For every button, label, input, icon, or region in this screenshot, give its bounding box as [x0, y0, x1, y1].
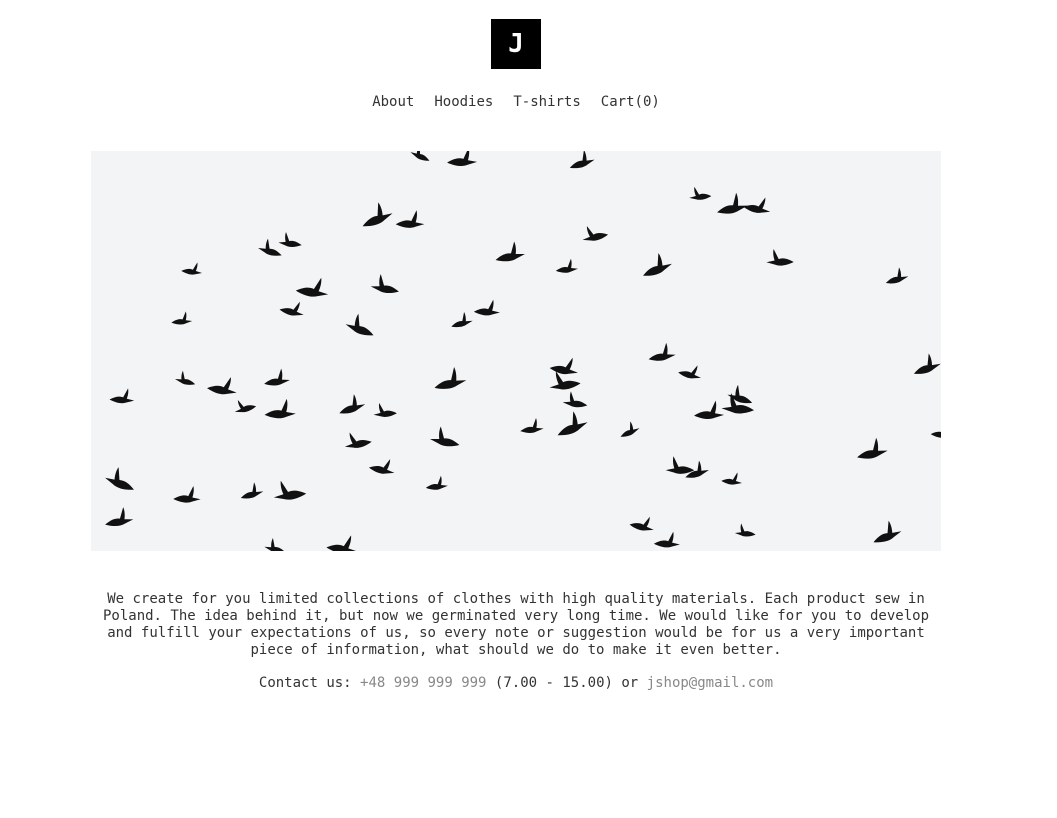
bird-silhouette	[395, 210, 425, 228]
nav-item-cart[interactable]: Cart(0)	[601, 94, 660, 110]
bird-silhouette	[105, 507, 134, 526]
bird-silhouette	[620, 421, 640, 437]
bird-silhouette	[344, 432, 372, 448]
bird-silhouette	[694, 400, 725, 420]
bird-silhouette	[258, 238, 282, 256]
bird-silhouette	[173, 485, 201, 503]
bird-silhouette	[689, 186, 712, 200]
bird-silhouette	[326, 535, 358, 551]
nav-item-hoodies[interactable]: Hoodies	[434, 94, 493, 110]
bird-silhouette	[582, 226, 609, 241]
bird-silhouette	[279, 301, 304, 316]
contact-phone-link[interactable]: +48 999 999 999	[360, 675, 486, 691]
about-text: We create for you limited collections of…	[102, 591, 929, 658]
bird-silhouette	[425, 475, 448, 490]
bird-silhouette	[569, 151, 595, 169]
bird-silhouette	[743, 197, 771, 213]
bird-silhouette	[629, 516, 654, 531]
bird-silhouette	[430, 426, 460, 447]
bird-silhouette	[473, 299, 500, 316]
bird-silhouette	[885, 267, 909, 284]
nav-item-about[interactable]: About	[372, 94, 414, 110]
bird-silhouette	[264, 368, 290, 386]
contact-line: Contact us: +48 999 999 999 (7.00 - 15.0…	[91, 675, 941, 691]
contact-hours: (7.00 - 15.00) or	[494, 675, 639, 691]
about-section: We create for you limited collections of…	[91, 591, 941, 659]
bird-silhouette	[721, 472, 743, 485]
hero-image	[91, 151, 941, 551]
bird-silhouette	[295, 277, 329, 297]
bird-silhouette	[648, 342, 676, 361]
bird-silhouette	[207, 377, 237, 395]
bird-silhouette	[240, 482, 264, 499]
bird-silhouette	[368, 459, 395, 474]
contact-email-link[interactable]: jshop@gmail.com	[647, 675, 773, 691]
bird-silhouette	[339, 394, 366, 414]
bird-silhouette	[557, 411, 588, 436]
bird-silhouette	[370, 274, 399, 293]
bird-silhouette	[234, 400, 257, 413]
bird-silhouette	[665, 456, 695, 474]
bird-silhouette	[549, 357, 578, 375]
bird-silhouette	[362, 202, 393, 227]
bird-silhouette	[555, 258, 578, 273]
bird-silhouette	[913, 353, 941, 374]
bird-silhouette	[495, 241, 525, 262]
bird-silhouette	[278, 232, 302, 247]
nav-item-tshirts[interactable]: T-shirts	[513, 94, 580, 110]
bird-silhouette	[373, 403, 397, 417]
bird-silhouette	[181, 262, 203, 275]
bird-silhouette	[734, 523, 756, 537]
bird-silhouette	[930, 424, 941, 438]
bird-silhouette	[678, 365, 701, 379]
bird-silhouette	[264, 398, 296, 419]
bird-silhouette	[873, 520, 902, 543]
bird-silhouette	[273, 480, 307, 500]
bird-silhouette	[520, 418, 544, 433]
bird-silhouette	[434, 367, 467, 389]
bird-silhouette	[105, 467, 134, 490]
contact-prefix: Contact us:	[258, 675, 352, 691]
main-nav: About Hoodies T-shirts Cart(0)	[0, 94, 1032, 110]
brand-logo[interactable]: J	[491, 19, 541, 69]
bird-silhouette	[643, 253, 672, 276]
bird-silhouette	[264, 538, 286, 551]
bird-silhouette	[447, 151, 478, 167]
bird-silhouette	[345, 313, 374, 336]
bird-silhouette	[562, 391, 588, 408]
bird-silhouette	[109, 388, 135, 404]
bird-silhouette	[171, 311, 193, 325]
bird-silhouette	[766, 248, 794, 266]
bird-silhouette	[653, 531, 680, 548]
logo-letter: J	[508, 29, 524, 59]
flock-of-birds-image	[105, 151, 941, 551]
bird-silhouette	[451, 312, 473, 328]
bird-silhouette	[857, 437, 888, 459]
bird-silhouette	[174, 370, 196, 385]
bird-silhouette	[410, 151, 430, 161]
bird-silhouette	[717, 192, 748, 214]
